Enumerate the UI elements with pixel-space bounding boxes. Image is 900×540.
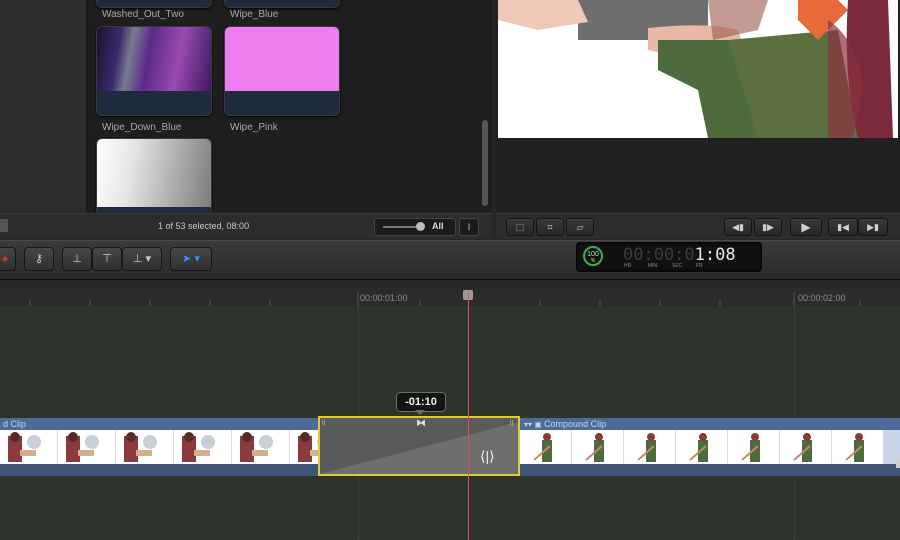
frame-image — [637, 433, 656, 462]
transition-center-icon[interactable]: ⧓ — [416, 418, 426, 429]
effect-thumbnail-wipe-down-blue[interactable] — [96, 26, 212, 116]
effect-label: Wipe_Blue — [230, 9, 279, 20]
frame-image — [298, 432, 320, 462]
right-clip-audio — [520, 464, 900, 476]
browser-scrollbar[interactable] — [482, 120, 488, 206]
frame-image — [240, 432, 273, 462]
go-to-start-icon[interactable]: ▮◀ — [828, 218, 858, 236]
frame-image — [793, 433, 812, 462]
unit-fr: FR — [696, 263, 703, 269]
ripple-trim-cursor-icon: ⟨|⟩ — [480, 448, 495, 464]
distort-icon[interactable]: ▱ — [566, 218, 594, 236]
selection-status: 1 of 53 selected, 08:00 — [158, 221, 250, 231]
filmstrip-frame — [290, 430, 320, 464]
crop-icon[interactable]: ⌗ — [536, 218, 564, 236]
speed-value: 100 — [587, 251, 599, 258]
timeline-ruler[interactable]: 00:00:01:00 00:00:02:00 — [0, 288, 900, 307]
frame-image — [689, 433, 708, 462]
effect-label: Washed_Out_Two — [102, 9, 184, 20]
list-view-button[interactable] — [0, 219, 8, 232]
frame-image — [8, 432, 41, 462]
effect-thumbnail-wipe-pink[interactable] — [224, 26, 340, 116]
frame-image — [124, 432, 157, 462]
viewer-panel: ⬚ ⌗ ▱ ◀▮ ▮▶ ▶ ▮◀ ▶▮ — [496, 0, 900, 239]
filmstrip-frame — [116, 430, 174, 464]
right-clip-header: ▾▾ ▣ Compound Clip — [520, 418, 900, 430]
unit-hr: HR — [624, 263, 632, 269]
browser-footer: 1 of 53 selected, 08:00 All ǀ — [0, 213, 492, 239]
filmstrip-frame — [624, 430, 676, 464]
transition-edge-handle[interactable]: || — [510, 420, 513, 426]
filmstrip-frame — [572, 430, 624, 464]
frame-image — [66, 432, 99, 462]
filmstrip-frame — [780, 430, 832, 464]
append-clip-icon[interactable]: ⊥ ▾ — [122, 247, 162, 271]
insert-clip-icon[interactable]: ⊤ — [92, 247, 122, 271]
next-frame-icon[interactable]: ▮▶ — [754, 218, 782, 236]
filter-label: All — [432, 221, 444, 231]
ruler-ticks — [29, 292, 861, 306]
zoom-slider-track[interactable] — [383, 226, 419, 228]
left-clip-audio — [0, 464, 320, 476]
transform-icon[interactable]: ⬚ — [506, 218, 534, 236]
transition-clip[interactable]: ⧓ ⟨|⟩ || || — [318, 416, 520, 476]
playhead[interactable] — [468, 292, 469, 540]
effect-label: Wipe_Pink — [230, 122, 278, 133]
audio-meter-icon[interactable]: ǀ — [459, 218, 479, 236]
speed-unit: % — [590, 258, 596, 264]
frame-image — [585, 433, 604, 462]
right-clip[interactable]: ▾▾ ▣ Compound Clip — [520, 418, 900, 476]
main-toolbar: ● ⚷ ⊥ ⊤ ⊥ ▾ ➤ ▾ — [0, 240, 900, 280]
thumbnail-size-control[interactable]: All — [374, 218, 456, 236]
viewer-frame — [498, 0, 898, 138]
duration-tooltip: -01:10 — [396, 392, 446, 412]
effect-thumbnail-wipe-blue[interactable] — [224, 0, 340, 8]
left-clip[interactable]: d Clip — [0, 418, 320, 476]
filmstrip-frame — [0, 430, 58, 464]
filmstrip-frame — [832, 430, 884, 464]
connect-clip-icon[interactable]: ⊥ — [62, 247, 92, 271]
right-clip-label: Compound Clip — [544, 419, 607, 429]
frame-image — [741, 433, 760, 462]
timecode-value: 00:00:01:08 — [623, 245, 736, 265]
video-frame-image — [498, 0, 898, 138]
filmstrip-frame — [520, 430, 572, 464]
select-tool-icon[interactable]: ➤ ▾ — [170, 247, 212, 271]
tooltip-pointer — [415, 410, 425, 415]
frame-image — [533, 433, 552, 462]
unit-min: MIN — [648, 263, 658, 269]
effect-label: Wipe_Down_Blue — [102, 122, 182, 133]
frame-image — [845, 433, 864, 462]
keyword-icon[interactable]: ⚷ — [24, 247, 54, 271]
viewer-footer: ⬚ ⌗ ▱ ◀▮ ▮▶ ▶ ▮◀ ▶▮ — [496, 213, 900, 239]
play-icon[interactable]: ▶ — [790, 218, 822, 236]
effects-browser: Washed_Out_Two Wipe_Blue Wipe_Down_Blue … — [0, 0, 492, 239]
ruler-mark: 00:00:01:00 — [360, 293, 408, 303]
filmstrip-frame — [676, 430, 728, 464]
record-icon[interactable]: ● — [0, 247, 16, 271]
effect-thumbnail-gradient[interactable] — [96, 138, 212, 216]
filmstrip-frame — [728, 430, 780, 464]
ruler-mark: 00:00:02:00 — [798, 293, 846, 303]
speed-indicator: 100 % — [583, 246, 603, 266]
go-to-end-icon[interactable]: ▶▮ — [858, 218, 888, 236]
transition-edge-handle[interactable]: || — [322, 420, 325, 426]
filmstrip-frame — [174, 430, 232, 464]
filmstrip-frame — [58, 430, 116, 464]
left-clip-label: d Clip — [0, 418, 320, 430]
timecode-bright-digits: 1:08 — [694, 245, 736, 265]
browser-sidebar — [0, 0, 87, 213]
effect-thumbnail-washed-out-two[interactable] — [96, 0, 212, 8]
unit-sec: SEC — [672, 263, 683, 269]
previous-frame-icon[interactable]: ◀▮ — [724, 218, 752, 236]
clip-end-marker — [896, 458, 900, 468]
filmstrip-frame — [232, 430, 290, 464]
zoom-slider-knob[interactable] — [416, 222, 425, 231]
timecode-display[interactable]: 100 % 00:00:01:08 HR MIN SEC FR — [576, 242, 762, 272]
compound-clip-icon: ▾▾ ▣ — [524, 420, 545, 429]
timecode-dim-digits: 00:00:0 — [623, 245, 695, 265]
frame-image — [182, 432, 215, 462]
